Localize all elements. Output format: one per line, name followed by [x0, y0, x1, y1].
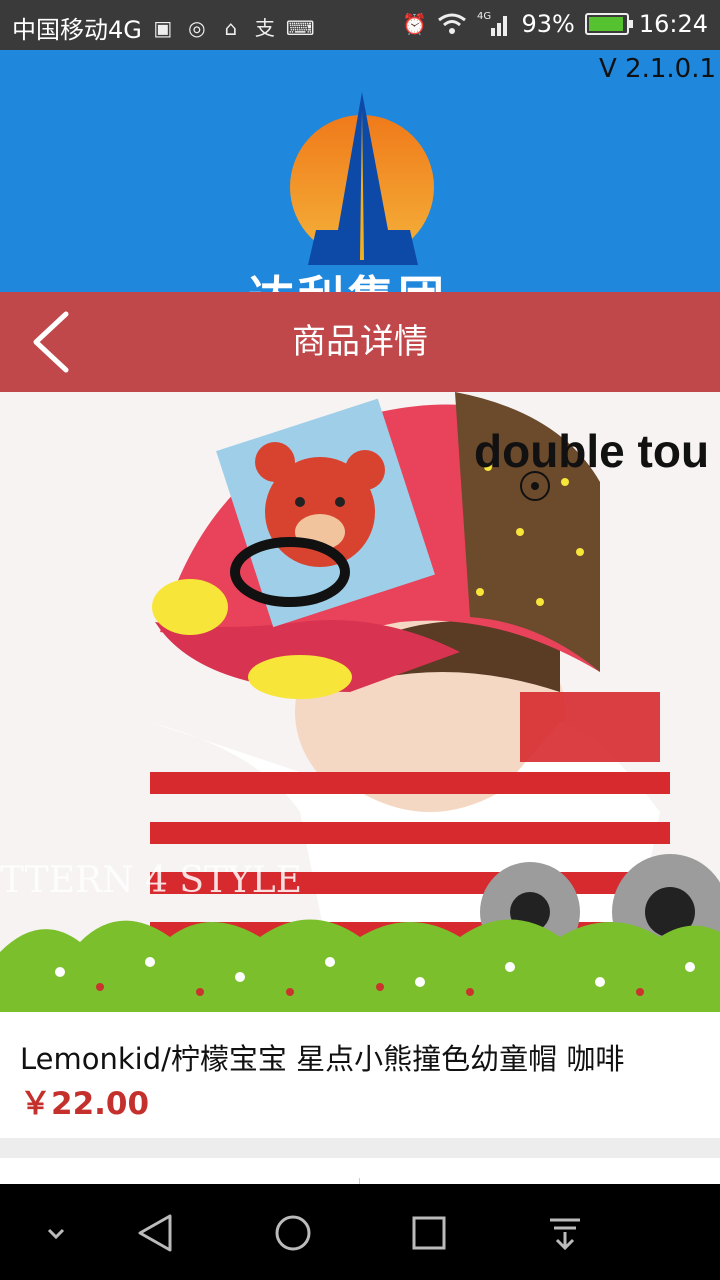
version-label: V 2.1.0.1: [598, 54, 716, 84]
sync-icon: ◎: [188, 15, 206, 40]
battery-percent: 93%: [521, 10, 575, 38]
carrier-label: 中国移动4G: [12, 16, 142, 44]
gesture-hint: double tou: [474, 425, 710, 477]
alarm-icon: ⏰: [402, 12, 427, 36]
nav-home-icon[interactable]: [268, 1208, 318, 1258]
product-name: Lemonkid/柠檬宝宝 星点小熊撞色幼童帽 咖啡: [20, 1042, 625, 1076]
logo-text: 达利集团: [248, 262, 448, 292]
status-right: ⏰ 4G 93% 16:24: [401, 10, 708, 38]
nav-recents-icon[interactable]: [404, 1208, 454, 1258]
app-icon: 支: [254, 15, 275, 40]
system-nav-bar: [0, 1184, 720, 1280]
nav-back-icon[interactable]: [132, 1208, 182, 1258]
notification-icon: ▣: [153, 15, 173, 40]
battery-icon: [584, 13, 633, 35]
status-bar: 中国移动4G ▣ ◎ ⌂ 支 ⌨ ⏰ 4G 93% 16:24: [0, 0, 720, 50]
keyboard-icon: ⌨: [285, 15, 315, 40]
signal-icon: 4G: [477, 11, 508, 36]
splash-header: V 2.1.0.1 达利集团: [0, 50, 720, 292]
image-caption: TTERN 4 STYLE: [0, 860, 302, 901]
touch-point-icon: [520, 471, 550, 501]
svg-text:4G: 4G: [477, 11, 491, 22]
product-info: Lemonkid/柠檬宝宝 星点小熊撞色幼童帽 咖啡 ￥22.00: [0, 1012, 720, 1138]
nav-notification-icon[interactable]: [540, 1208, 590, 1258]
page-title: 商品详情: [292, 322, 428, 362]
next-section: [0, 1158, 720, 1184]
title-bar: 商品详情: [0, 292, 720, 392]
product-photo: TTERN 4 STYLE: [0, 392, 720, 1012]
product-image[interactable]: TTERN 4 STYLE: [0, 392, 720, 1012]
clock: 16:24: [638, 10, 708, 38]
android-icon: ⌂: [224, 15, 238, 40]
nav-down-icon[interactable]: [31, 1208, 81, 1258]
product-price: ￥22.00: [20, 1086, 150, 1122]
section-divider: [0, 1138, 720, 1158]
status-left: 中国移动4G ▣ ◎ ⌂ 支 ⌨: [12, 10, 315, 45]
wifi-icon: [438, 13, 467, 34]
